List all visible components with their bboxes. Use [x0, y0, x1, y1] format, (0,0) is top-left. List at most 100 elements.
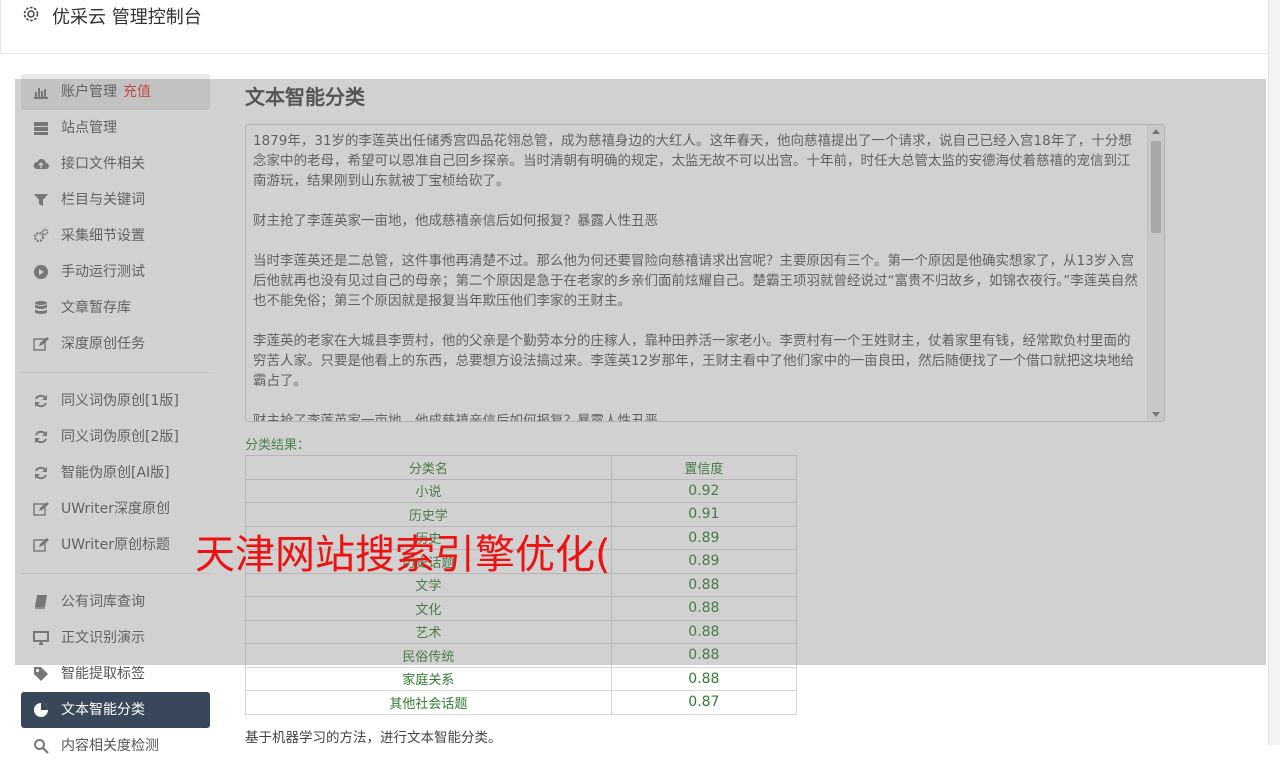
confidence-value: 0.88 — [610, 572, 798, 597]
sidebar-item-account[interactable]: 账户管理 充值 — [21, 74, 210, 110]
sidebar-item-uwriter-title[interactable]: UWriter原创标题 — [21, 527, 210, 563]
sidebar: 账户管理 充值 站点管理 接口文件相关 栏目与关键词 采集细节设置 手动运行测试 … — [21, 74, 210, 764]
table-row: 小说 0.92 — [245, 478, 798, 503]
table-row: 家庭关系 0.88 — [245, 666, 798, 691]
category-name: 艺术 — [245, 619, 612, 644]
edit-icon — [33, 502, 49, 516]
scroll-thumb[interactable] — [1151, 141, 1161, 233]
sidebar-item-article-storage[interactable]: 文章暂存库 — [21, 290, 210, 326]
app-title: 优采云 管理控制台 — [52, 7, 202, 28]
input-textarea[interactable]: 1879年，31岁的李莲英出任储秀宫四品花翎总管，成为慈禧身边的大红人。这年春天… — [245, 124, 1165, 422]
filter-icon — [34, 194, 48, 206]
table-row: 其他社会话题 0.87 — [245, 690, 798, 715]
sidebar-item-public-lexicon[interactable]: 公有词库查询 — [21, 584, 210, 620]
scroll-up-arrow-icon[interactable] — [1152, 129, 1160, 134]
refresh-icon — [35, 430, 47, 444]
edit-icon — [33, 538, 49, 552]
textarea-content: 1879年，31岁的李莲英出任储秀宫四品花翎总管，成为慈禧身边的大红人。这年春天… — [253, 131, 1141, 422]
column-header: 分类名 — [245, 455, 612, 480]
sidebar-item-collect-settings[interactable]: 采集细节设置 — [21, 218, 210, 254]
sidebar-item-body-recognition[interactable]: 正文识别演示 — [21, 620, 210, 656]
server-icon — [34, 122, 48, 135]
sidebar-item-ai-rewrite[interactable]: 智能伪原创[AI版] — [21, 455, 210, 491]
bar-chart-icon — [34, 88, 48, 99]
database-icon — [35, 301, 47, 314]
gear-icon — [23, 6, 39, 22]
sidebar-item-label: 内容相关度检测 — [61, 738, 159, 754]
cloud-upload-icon — [33, 159, 49, 169]
sidebar-item-relevance-check[interactable]: 内容相关度检测 — [21, 728, 210, 764]
sidebar-divider — [21, 372, 210, 373]
result-label: 分类结果： — [245, 438, 311, 453]
category-name: 家庭关系 — [245, 666, 612, 691]
sidebar-item-interface-files[interactable]: 接口文件相关 — [21, 146, 210, 182]
category-name: 小说 — [245, 478, 612, 503]
scroll-down-arrow-icon[interactable] — [1152, 412, 1160, 417]
table-row: 文化 0.88 — [245, 596, 798, 621]
sidebar-item-label: 手动运行测试 — [61, 264, 145, 280]
sidebar-item-synonym-v2[interactable]: 同义词伪原创[2版] — [21, 419, 210, 455]
sidebar-item-tag-extraction[interactable]: 智能提取标签 — [21, 656, 210, 692]
sidebar-item-manual-run[interactable]: 手动运行测试 — [21, 254, 210, 290]
confidence-value: 0.87 — [610, 690, 798, 715]
confidence-value: 0.89 — [610, 525, 798, 550]
text-paragraph: 财主抢了李莲英家一亩地，他成慈禧亲信后如何报复？暴露人性丑恶 — [253, 213, 658, 229]
refresh-icon — [35, 394, 47, 408]
page-title: 文本智能分类 — [245, 85, 365, 109]
category-name: 其他社会话题 — [245, 690, 612, 715]
table-row: 民俗传统 0.88 — [245, 643, 798, 668]
category-name: 文化 — [245, 596, 612, 621]
confidence-value: 0.88 — [610, 596, 798, 621]
tag-icon — [34, 667, 48, 681]
sidebar-item-label: 智能伪原创[AI版] — [61, 465, 170, 481]
book-icon — [35, 595, 47, 609]
sidebar-item-label: 文章暂存库 — [61, 300, 131, 316]
text-paragraph: 财主抢了李莲英家一亩地，他成慈禧亲信后如何报复？暴露人性丑恶 — [253, 413, 658, 422]
sidebar-item-label: 接口文件相关 — [61, 156, 145, 172]
sidebar-item-label: 智能提取标签 — [61, 666, 145, 682]
sidebar-item-label: 同义词伪原创[1版] — [61, 393, 179, 409]
column-header: 置信度 — [610, 455, 798, 480]
confidence-value: 0.88 — [610, 643, 798, 668]
feature-description: 基于机器学习的方法，进行文本智能分类。 — [245, 730, 502, 746]
sidebar-item-label: 采集细节设置 — [61, 228, 145, 244]
sidebar-item-columns-keywords[interactable]: 栏目与关键词 — [21, 182, 210, 218]
table-row: 艺术 0.88 — [245, 619, 798, 644]
sidebar-item-label: 深度原创任务 — [61, 336, 145, 352]
text-paragraph: 当时李莲英还是二总管，这件事他再清楚不过。那么他为何还要冒险向慈禧请求出宫呢？主… — [253, 253, 1138, 309]
confidence-value: 0.92 — [610, 478, 798, 503]
confidence-value: 0.88 — [610, 619, 798, 644]
edit-icon — [33, 337, 49, 351]
sidebar-item-label: 文本智能分类 — [61, 702, 145, 718]
sidebar-item-sites[interactable]: 站点管理 — [21, 110, 210, 146]
recharge-link[interactable]: 充值 — [123, 84, 151, 100]
pie-chart-icon — [34, 703, 48, 717]
text-paragraph: 1879年，31岁的李莲英出任储秀宫四品花翎总管，成为慈禧身边的大红人。这年春天… — [253, 133, 1132, 189]
confidence-value: 0.91 — [610, 502, 798, 527]
sidebar-divider — [21, 573, 210, 574]
sidebar-item-text-classification[interactable]: 文本智能分类 — [21, 692, 210, 728]
category-name: 民俗传统 — [245, 643, 612, 668]
gears-icon — [33, 228, 49, 243]
sidebar-item-label: 公有词库查询 — [61, 594, 145, 610]
sidebar-item-label: UWriter原创标题 — [61, 537, 170, 553]
sidebar-item-deep-original-tasks[interactable]: 深度原创任务 — [21, 326, 210, 362]
text-paragraph: 李莲英的老家在大城县李贾村，他的父亲是个勤劳本分的庄稼人，靠种田养活一家老小。李… — [253, 333, 1135, 389]
sidebar-item-label: 同义词伪原创[2版] — [61, 429, 179, 445]
play-circle-icon — [34, 265, 48, 279]
sidebar-item-label: 站点管理 — [61, 120, 117, 136]
confidence-value: 0.88 — [610, 666, 798, 691]
table-header-row: 分类名 置信度 — [245, 455, 798, 480]
sidebar-item-label: UWriter深度原创 — [61, 501, 170, 517]
main-content: 文本智能分类 1879年，31岁的李莲英出任储秀宫四品花翎总管，成为慈禧身边的大… — [245, 82, 1165, 746]
sidebar-item-synonym-v1[interactable]: 同义词伪原创[1版] — [21, 383, 210, 419]
refresh-icon — [35, 466, 47, 480]
window-scrollbar[interactable] — [1268, 0, 1280, 745]
sidebar-item-uwriter-deep[interactable]: UWriter深度原创 — [21, 491, 210, 527]
top-bar: 优采云 管理控制台 — [0, 0, 1269, 54]
confidence-value: 0.89 — [610, 549, 798, 574]
sidebar-item-label: 账户管理 — [61, 84, 117, 100]
results-table: 分类名 置信度 小说 0.92 历史学 0.91 历史 0.89 历史话题 0.89 文… — [245, 455, 798, 715]
search-icon — [34, 739, 49, 754]
textarea-scrollbar[interactable] — [1147, 125, 1164, 421]
